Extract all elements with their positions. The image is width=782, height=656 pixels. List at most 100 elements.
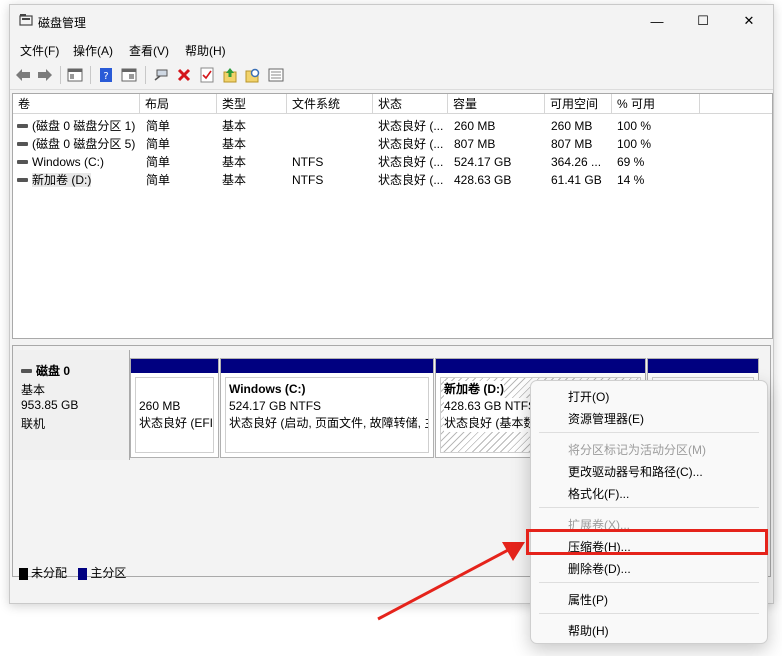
volume-icon [17,141,28,146]
cell-free-space: 61.41 GB [551,173,602,187]
cell-volume: (磁盘 0 磁盘分区 5) [32,137,136,151]
toolbar-separator [60,66,61,84]
context-menu-mark-active: 将分区标记为活动分区(M) [568,443,706,457]
volume-list: 卷 布局 类型 文件系统 状态 容量 可用空间 % 可用 (磁盘 0 磁盘分区 … [12,93,773,339]
partition-size: 428.63 GB NTFS [444,398,537,415]
maximize-icon: ☐ [697,13,709,28]
disk-icon [21,368,32,373]
context-menu-help[interactable]: 帮助(H) [568,622,609,639]
up-button[interactable] [221,66,239,84]
partition-windows-c[interactable]: Windows (C:) 524.17 GB NTFS 状态良好 (启动, 页面… [220,358,434,458]
column-header-percent-free[interactable]: % 可用 [612,94,700,114]
column-header-filesystem[interactable]: 文件系统 [287,94,373,114]
context-menu-explorer[interactable]: 资源管理器(E) [568,410,644,427]
menu-file[interactable]: 文件(F) [20,42,59,59]
partition-header [221,359,433,373]
delete-button[interactable] [175,66,193,84]
cell-percent-free: 69 % [617,155,645,169]
cell-type: 基本 [222,155,247,169]
close-button[interactable]: ✕ [726,5,772,37]
disk-0-label[interactable]: 磁盘 0 基本 953.85 GB 联机 [13,350,130,460]
annotation-highlight-box [526,529,768,555]
toolbar-separator [90,66,91,84]
context-menu-format[interactable]: 格式化(F)... [568,485,629,502]
list-button[interactable] [267,66,285,84]
help-button[interactable]: ? [97,66,115,84]
back-icon [16,69,30,81]
window-title: 磁盘管理 [38,16,87,30]
check-button[interactable] [198,66,216,84]
cell-percent-free: 100 % [617,119,652,133]
disk-status: 联机 [21,417,46,431]
help-icon: ? [100,68,112,82]
context-menu-properties[interactable]: 属性(P) [568,591,608,608]
cell-volume: Windows (C:) [32,155,105,169]
cell-layout: 简单 [146,173,171,187]
cell-filesystem: NTFS [292,173,324,187]
minimize-button[interactable]: — [634,5,680,37]
column-header-capacity[interactable]: 容量 [448,94,545,114]
cell-status: 状态良好 (... [378,155,444,169]
close-icon: ✕ [743,13,755,28]
cell-capacity: 260 MB [454,119,496,133]
find-button[interactable] [244,66,262,84]
menu-help[interactable]: 帮助(H) [185,42,226,59]
volume-icon [17,177,28,182]
context-menu: 打开(O) 资源管理器(E) 将分区标记为活动分区(M) 更改驱动器号和路径(C… [530,380,768,644]
column-header-type[interactable]: 类型 [217,94,287,114]
cell-layout: 简单 [146,119,171,133]
context-menu-delete-volume[interactable]: 删除卷(D)... [568,560,631,577]
console-tree-button[interactable] [66,66,84,84]
table-row[interactable]: Windows (C:) 简单 基本 NTFS 状态良好 (... 524.17… [13,153,772,171]
svg-text:?: ? [103,71,108,82]
annotation-arrow-icon [377,542,525,621]
table-row[interactable]: (磁盘 0 磁盘分区 5) 简单 基本 状态良好 (... 807 MB 807… [13,135,772,153]
cell-type: 基本 [222,119,247,133]
context-menu-change-drive-letter[interactable]: 更改驱动器号和路径(C)... [568,463,703,480]
find-icon [245,68,260,83]
disk-management-app-icon [19,14,33,26]
column-header-layout[interactable]: 布局 [140,94,217,114]
menu-action[interactable]: 操作(A) [73,42,113,59]
delete-icon [177,68,191,82]
back-button[interactable] [14,66,32,84]
context-menu-open[interactable]: 打开(O) [568,388,609,405]
volume-icon [17,159,28,164]
menu-view[interactable]: 查看(V) [129,42,169,59]
cell-capacity: 807 MB [454,137,496,151]
disk-name: 磁盘 0 [36,364,71,378]
volume-icon [17,123,28,128]
connect-button[interactable] [152,66,170,84]
column-header-status[interactable]: 状态 [373,94,448,114]
cell-capacity: 428.63 GB [454,173,512,187]
console-tree-icon [67,68,83,82]
disk-type: 基本 [21,383,46,397]
column-header-empty [700,94,772,114]
cell-layout: 简单 [146,155,171,169]
partition-status: 状态良好 (基本数 [444,415,536,432]
cell-volume: (磁盘 0 磁盘分区 1) [32,119,136,133]
cell-status: 状态良好 (... [378,119,444,133]
forward-button[interactable] [36,66,54,84]
column-header-free-space[interactable]: 可用空间 [545,94,612,114]
up-icon [223,68,237,83]
column-header-volume[interactable]: 卷 [13,94,140,114]
check-icon [200,67,214,83]
properties-icon [121,68,137,82]
partition-size: 524.17 GB NTFS [229,399,322,413]
maximize-button[interactable]: ☐ [680,5,726,37]
menu-separator [539,507,759,508]
legend-swatch-primary [78,567,88,580]
table-row[interactable]: 新加卷 (D:) 简单 基本 NTFS 状态良好 (... 428.63 GB … [13,171,772,189]
properties-button[interactable] [120,66,138,84]
partition-efi[interactable]: 260 MB 状态良好 (EFI [130,358,219,458]
partition-size: 260 MB [139,399,181,413]
legend-label-unallocated: 未分配 [31,566,68,580]
partition-header [648,359,758,373]
cell-filesystem: NTFS [292,155,324,169]
cell-percent-free: 14 % [617,173,645,187]
table-row[interactable]: (磁盘 0 磁盘分区 1) 简单 基本 状态良好 (... 260 MB 260… [13,117,772,135]
cell-type: 基本 [222,173,247,187]
toolbar-separator [145,66,146,84]
legend-swatch-unallocated [19,567,28,580]
